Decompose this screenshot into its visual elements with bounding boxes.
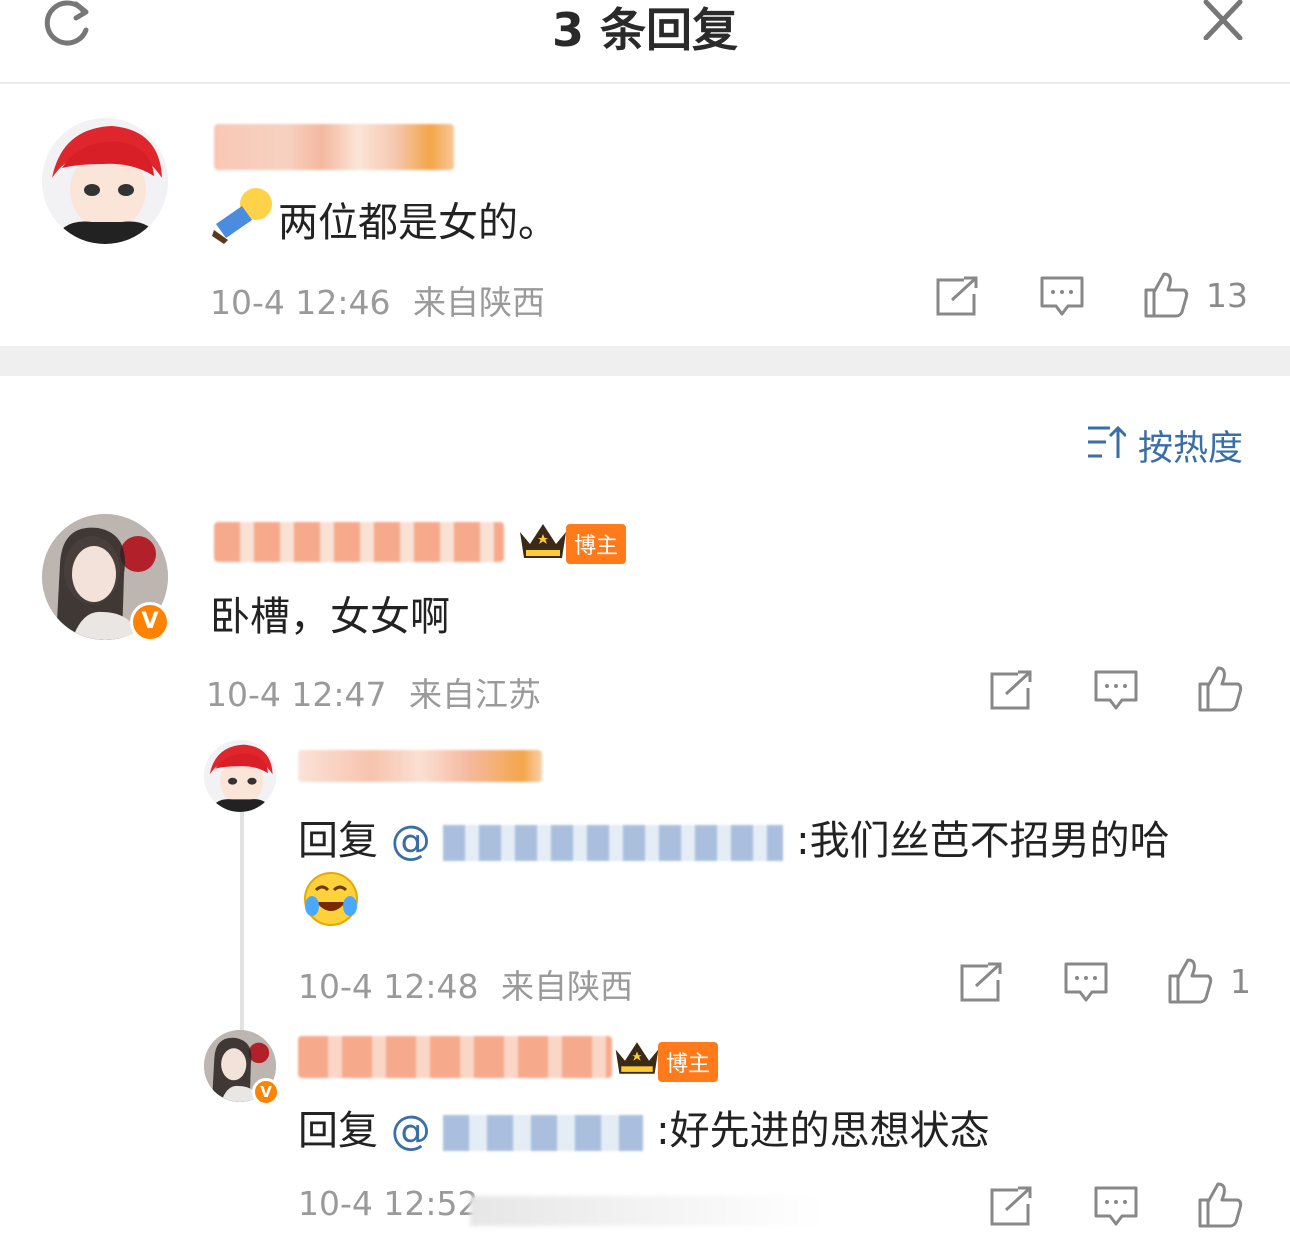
comment-time: 10-4 12:48 来自陕西 — [298, 960, 633, 1008]
reply-prefix: 回复 — [298, 818, 378, 864]
time-value: 10-4 12:47 — [206, 675, 387, 714]
anime-avatar-image — [204, 740, 276, 812]
avatar[interactable] — [204, 740, 276, 812]
close-icon[interactable] — [1200, 0, 1246, 40]
comment-time: 10-4 12:47 来自江苏 — [206, 668, 541, 716]
comment-text: 两位都是女的。 — [278, 200, 558, 246]
section-divider — [0, 346, 1290, 376]
crown-icon — [615, 1042, 659, 1074]
verified-badge: V — [252, 1078, 280, 1106]
sort-label: 按热度 — [1138, 429, 1244, 469]
username-blurred[interactable] — [298, 750, 542, 782]
location-blurred — [470, 1196, 820, 1226]
username-blurred[interactable] — [214, 124, 454, 170]
share-icon[interactable] — [934, 276, 980, 316]
mention-at[interactable]: @ — [391, 818, 431, 864]
reply-body: :好先进的思想状态 — [656, 1108, 990, 1154]
mention-at[interactable]: @ — [391, 1108, 431, 1154]
location-value: 来自陕西 — [413, 283, 545, 322]
like-icon[interactable] — [1142, 270, 1190, 318]
comment-icon[interactable] — [1040, 276, 1084, 318]
time-value: 10-4 12:48 — [298, 967, 479, 1006]
mention-blurred[interactable] — [443, 1115, 644, 1151]
like-icon[interactable] — [1196, 1180, 1244, 1228]
emoji-icon — [212, 188, 272, 244]
location-value: 来自江苏 — [409, 675, 541, 714]
like-icon[interactable] — [1196, 664, 1244, 712]
username-blurred[interactable] — [298, 1036, 612, 1078]
comment-text: 卧槽，女女啊 — [210, 594, 450, 640]
page-title: 3 条回复 — [551, 3, 739, 57]
reply-text: 回复 @ :好先进的思想状态 — [298, 1098, 990, 1156]
share-icon[interactable] — [988, 670, 1034, 710]
like-icon[interactable] — [1166, 956, 1214, 1004]
reply-body: :我们丝芭不招男的哈 — [796, 818, 1170, 864]
share-icon[interactable] — [958, 962, 1004, 1002]
reply-text: 回复 @ :我们丝芭不招男的哈 — [298, 808, 1170, 866]
badge-label: 博主 — [658, 1042, 719, 1082]
comment-icon[interactable] — [1064, 962, 1108, 1004]
mention-blurred[interactable] — [443, 825, 784, 861]
verified-badge: V — [130, 602, 170, 642]
like-count: 13 — [1206, 276, 1248, 315]
like-count: 1 — [1230, 962, 1251, 1001]
avatar[interactable] — [42, 118, 168, 244]
header-bar: 3 条回复 — [0, 0, 1290, 84]
comment-icon[interactable] — [1094, 1186, 1138, 1228]
username-blurred[interactable] — [214, 522, 504, 562]
comment-time: 10-4 12:52 — [298, 1184, 479, 1223]
anime-avatar-image — [42, 118, 168, 244]
sort-icon — [1088, 425, 1126, 458]
location-value: 来自陕西 — [501, 967, 633, 1006]
crown-icon — [520, 524, 566, 558]
time-value: 10-4 12:52 — [298, 1184, 479, 1223]
share-icon[interactable] — [988, 1186, 1034, 1226]
comment-time: 10-4 12:46 来自陕西 — [210, 276, 545, 324]
comment-icon[interactable] — [1094, 670, 1138, 712]
time-value: 10-4 12:46 — [210, 283, 391, 322]
badge-label: 博主 — [566, 524, 627, 564]
thread-line — [240, 812, 244, 1034]
laughing-emoji-icon — [304, 872, 358, 926]
reply-prefix: 回复 — [298, 1108, 378, 1154]
